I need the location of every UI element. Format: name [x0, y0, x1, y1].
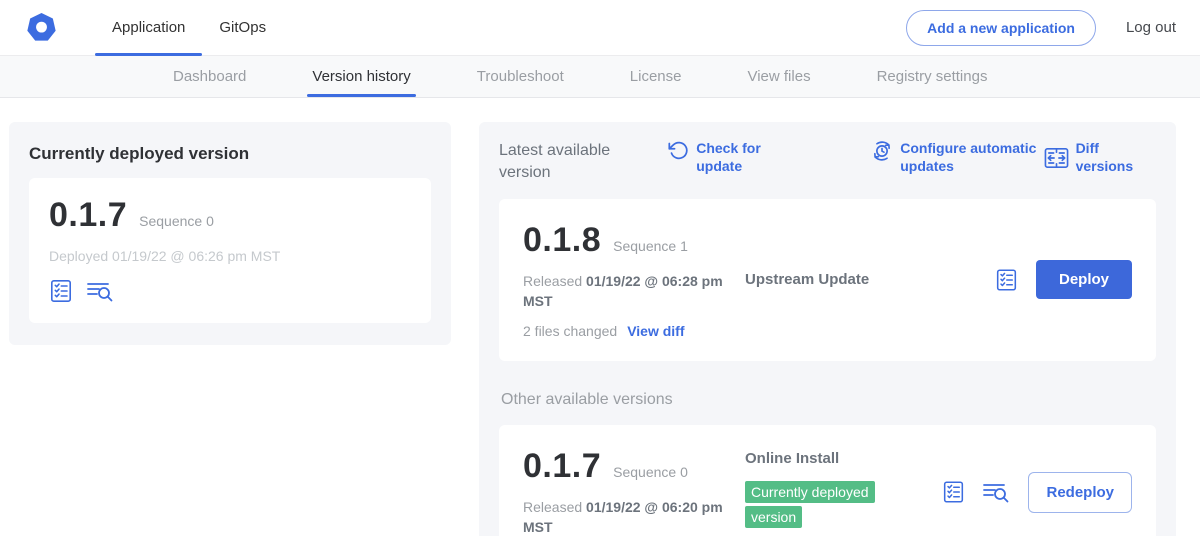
topnav-tabs: Application GitOps — [95, 0, 283, 55]
top-nav: Application GitOps Add a new application… — [0, 0, 1200, 56]
subtab-view-files[interactable]: View files — [714, 56, 843, 97]
main-content: Currently deployed version 0.1.7 Sequenc… — [0, 98, 1200, 536]
latest-sequence-label: Sequence 1 — [613, 238, 688, 254]
schedule-update-icon — [871, 140, 893, 162]
deployed-version-number: 0.1.7 — [49, 196, 127, 235]
tab-application[interactable]: Application — [95, 0, 202, 55]
other-sequence-label: Sequence 0 — [613, 464, 688, 480]
preflight-checks-icon[interactable] — [942, 480, 965, 504]
redeploy-button[interactable]: Redeploy — [1028, 472, 1132, 513]
latest-version-number: 0.1.8 — [523, 221, 601, 260]
view-diff-link[interactable]: View diff — [627, 323, 684, 339]
deployed-timestamp: Deployed 01/19/22 @ 06:26 pm MST — [49, 248, 411, 264]
subtab-version-history[interactable]: Version history — [279, 56, 443, 97]
preflight-checks-icon[interactable] — [995, 268, 1018, 292]
deployed-sequence-label: Sequence 0 — [139, 213, 214, 229]
subtab-license[interactable]: License — [597, 56, 715, 97]
available-panel-title: Latest available version — [499, 140, 622, 183]
preflight-checks-icon[interactable] — [49, 279, 73, 303]
check-for-update-button[interactable]: Check for update — [668, 140, 805, 175]
deployed-panel-title: Currently deployed version — [29, 144, 431, 164]
view-logs-icon[interactable] — [983, 480, 1010, 504]
app-sub-nav: Dashboard Version history Troubleshoot L… — [0, 56, 1200, 98]
configure-automatic-updates-button[interactable]: Configure automatic updates — [871, 140, 1043, 175]
currently-deployed-panel: Currently deployed version 0.1.7 Sequenc… — [9, 122, 451, 345]
view-logs-icon[interactable] — [87, 279, 114, 303]
add-new-application-button[interactable]: Add a new application — [906, 10, 1096, 46]
subtab-troubleshoot[interactable]: Troubleshoot — [444, 56, 597, 97]
available-panel-header: Latest available version Check for updat… — [499, 140, 1156, 183]
latest-version-card: 0.1.8 Sequence 1 Released 01/19/22 @ 06:… — [499, 199, 1156, 361]
topnav-right: Add a new application Log out — [906, 0, 1176, 55]
other-source-label: Online Install — [745, 450, 839, 467]
deployed-version-card: 0.1.7 Sequence 0 Deployed 01/19/22 @ 06:… — [29, 178, 431, 323]
subtab-dashboard[interactable]: Dashboard — [140, 56, 279, 97]
app-logo[interactable] — [26, 0, 57, 55]
tab-gitops[interactable]: GitOps — [202, 0, 283, 55]
other-version-number: 0.1.7 — [523, 447, 601, 486]
diff-icon — [1044, 147, 1069, 169]
other-versions-title: Other available versions — [501, 391, 1156, 409]
diff-versions-button[interactable]: Diff versions — [1044, 140, 1156, 175]
logout-link[interactable]: Log out — [1126, 19, 1176, 36]
deploy-button[interactable]: Deploy — [1036, 260, 1132, 299]
subtab-registry-settings[interactable]: Registry settings — [844, 56, 1021, 97]
other-version-card: 0.1.7 Sequence 0 Released 01/19/22 @ 06:… — [499, 425, 1156, 536]
refresh-icon — [668, 140, 689, 161]
other-released-timestamp: Released 01/19/22 @ 06:20 pm MST — [523, 497, 728, 536]
kots-logo-icon — [26, 12, 57, 43]
latest-source-label: Upstream Update — [745, 271, 869, 288]
available-versions-panel: Latest available version Check for updat… — [479, 122, 1176, 536]
latest-released-timestamp: Released 01/19/22 @ 06:28 pm MST — [523, 271, 728, 312]
currently-deployed-badge: Currently deployed version — [745, 481, 875, 528]
files-changed-label: 2 files changed — [523, 323, 617, 339]
